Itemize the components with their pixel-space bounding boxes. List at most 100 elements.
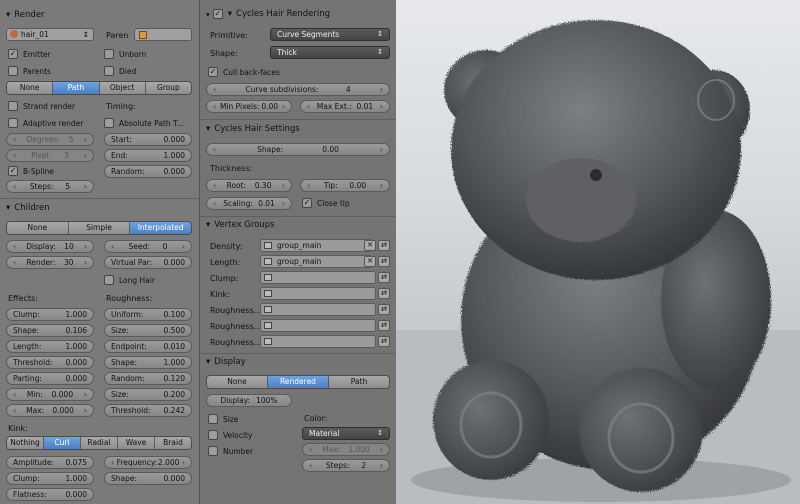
steps-field[interactable]: Steps: 5 (6, 180, 94, 193)
vg-density-field[interactable]: group_main (260, 239, 372, 252)
parent-field[interactable] (134, 28, 192, 41)
vg-length-field[interactable]: group_main (260, 255, 372, 268)
material-name-field[interactable]: hair_01 ↕ (6, 28, 94, 41)
max-ext-field[interactable]: Max Ext.: 0.01 (300, 100, 390, 113)
close-tip-checkbox[interactable]: ✓ Close tip (302, 198, 350, 208)
min-pixels-field[interactable]: Min Pixels:0.00 (206, 100, 292, 113)
vg-roughness3-field[interactable] (260, 335, 376, 348)
lock-icon[interactable]: ⇄ (378, 320, 390, 331)
color-select[interactable]: Material (302, 427, 390, 440)
vg-roughness2-field[interactable] (260, 319, 376, 332)
threshold-value: 0.000 (65, 358, 87, 367)
render-children-field[interactable]: Render: 30 (6, 256, 94, 269)
tab-display-path[interactable]: Path (329, 376, 389, 388)
tab-kink-curl[interactable]: Curl (44, 437, 81, 449)
bspline-checkbox[interactable]: ✓ B-Spline (8, 166, 54, 176)
lock-icon[interactable]: ⇄ (378, 272, 390, 283)
vg-kink-field[interactable] (260, 287, 376, 300)
parents-checkbox[interactable]: Parents (8, 66, 51, 76)
display-field[interactable]: Display: 10 (6, 240, 94, 253)
lock-icon[interactable]: ⇄ (378, 240, 390, 251)
strand-render-checkbox[interactable]: Strand render (8, 101, 75, 111)
size2-field[interactable]: Size: 0.200 (104, 388, 192, 401)
amplitude-field[interactable]: Amplitude: 0.075 (6, 456, 94, 469)
tab-kink-braid[interactable]: Braid (155, 437, 191, 449)
tab-path[interactable]: Path (53, 82, 100, 94)
vertex-groups-header[interactable]: Vertex Groups (206, 220, 274, 230)
lock-icon[interactable]: ⇄ (378, 256, 390, 267)
lock-icon[interactable]: ⇄ (378, 304, 390, 315)
pixel-field[interactable]: Pixel: 3 (6, 149, 94, 162)
random2-field[interactable]: Random: 0.120 (104, 372, 192, 385)
color-max-field[interactable]: Max: 1.000 (302, 443, 390, 456)
min-field[interactable]: Min: 0.000 (6, 388, 94, 401)
hair-shape-field[interactable]: Shape: 0.00 (206, 143, 390, 156)
kink-clump-field[interactable]: Clump: 1.000 (6, 472, 94, 485)
flatness-field[interactable]: Flatness: 0.000 (6, 488, 94, 501)
tab-display-none[interactable]: None (207, 376, 268, 388)
display-steps-field[interactable]: Steps: 2 (302, 459, 390, 472)
scaling-field[interactable]: Scaling: 0.01 (206, 197, 292, 210)
cycles-hair-settings-header[interactable]: Cycles Hair Settings (206, 124, 299, 134)
size-field[interactable]: Size: 0.500 (104, 324, 192, 337)
seed-field[interactable]: Seed: 0 (104, 240, 192, 253)
start-field[interactable]: Start: 0.000 (104, 133, 192, 146)
children-header[interactable]: Children (6, 203, 49, 213)
degrees-field[interactable]: Degrees: 5 (6, 133, 94, 146)
lock-icon[interactable]: ⇄ (378, 336, 390, 347)
clear-icon[interactable]: ✕ (364, 240, 376, 251)
emitter-checkbox[interactable]: ✓ Emitter (8, 49, 51, 59)
display-header[interactable]: Display (206, 357, 245, 367)
tab-children-simple[interactable]: Simple (68, 222, 131, 234)
shape-field[interactable]: Shape: 0.106 (6, 324, 94, 337)
long-hair-checkbox[interactable]: Long Hair (104, 275, 155, 285)
tab-kink-wave[interactable]: Wave (118, 437, 155, 449)
vertex-group-icon (264, 306, 272, 313)
shape-select[interactable]: Thick (270, 46, 390, 59)
absolute-path-checkbox[interactable]: Absolute Path T... (104, 118, 184, 128)
died-checkbox[interactable]: Died (104, 66, 136, 76)
parting-field[interactable]: Parting: 0.000 (6, 372, 94, 385)
vg-roughness1-field[interactable] (260, 303, 376, 316)
lock-icon[interactable]: ⇄ (378, 288, 390, 299)
tab-object[interactable]: Object (99, 82, 146, 94)
number-checkbox[interactable]: Number (208, 446, 253, 456)
frequency-field[interactable]: Frequency:2.000 (104, 456, 192, 469)
tab-display-rendered[interactable]: Rendered (268, 376, 329, 388)
shape2-field[interactable]: Shape: 1.000 (104, 356, 192, 369)
kink-shape-field[interactable]: Shape: 0.000 (104, 472, 192, 485)
velocity-checkbox[interactable]: Velocity (208, 430, 252, 440)
adaptive-render-checkbox[interactable]: Adaptive render (8, 118, 83, 128)
clump-field[interactable]: Clump: 1.000 (6, 308, 94, 321)
tab-kink-nothing[interactable]: Nothing (7, 437, 44, 449)
threshold-field[interactable]: Threshold: 0.000 (6, 356, 94, 369)
vg-clump-field[interactable] (260, 271, 376, 284)
vertex-group-icon (264, 322, 272, 329)
unborn-checkbox[interactable]: Unborn (104, 49, 146, 59)
render-header[interactable]: Render (6, 10, 44, 20)
cull-backfaces-checkbox[interactable]: ✓ Cull back-faces (208, 67, 280, 77)
root-field[interactable]: Root: 0.30 (206, 179, 292, 192)
random-field[interactable]: Random: 0.000 (104, 165, 192, 178)
curve-subdivisions-field[interactable]: Curve subdivisions: 4 (206, 83, 390, 96)
primitive-select[interactable]: Curve Segments (270, 28, 390, 41)
tab-children-interpolated[interactable]: Interpolated (130, 222, 191, 234)
tab-children-none[interactable]: None (7, 222, 69, 234)
cycles-hair-rendering-toggle[interactable]: ▾ ✓ Cycles Hair Rendering (206, 9, 330, 19)
mesh-icon (139, 31, 147, 39)
size-checkbox[interactable]: Size (208, 414, 238, 424)
virtual-parents-field[interactable]: Virtual Par: 0.000 (104, 256, 192, 269)
tab-group[interactable]: Group (145, 82, 191, 94)
max-field[interactable]: Max: 0.000 (6, 404, 94, 417)
clear-icon[interactable]: ✕ (364, 256, 376, 267)
tab-kink-radial[interactable]: Radial (81, 437, 118, 449)
length-field[interactable]: Length: 1.000 (6, 340, 94, 353)
display-percent-field[interactable]: Display: 100% (206, 394, 292, 407)
tab-none[interactable]: None (7, 82, 54, 94)
tip-field[interactable]: Tip: 0.00 (300, 179, 390, 192)
end-field[interactable]: End: 1.000 (104, 149, 192, 162)
endpoint-field[interactable]: Endpoint: 0.010 (104, 340, 192, 353)
uniform-field[interactable]: Uniform: 0.100 (104, 308, 192, 321)
threshold2-field[interactable]: Threshold: 0.242 (104, 404, 192, 417)
amplitude-value: 0.075 (65, 458, 87, 467)
